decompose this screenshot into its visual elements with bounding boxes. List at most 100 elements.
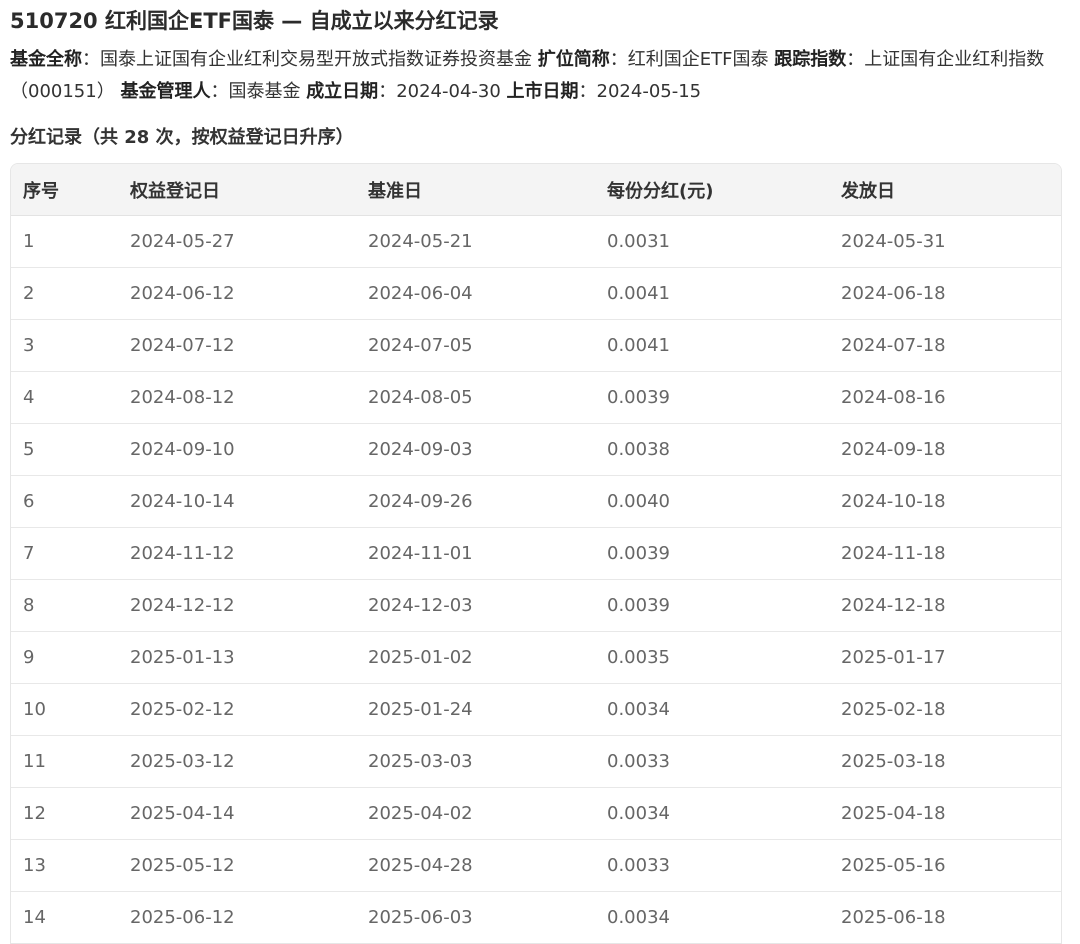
column-header: 权益登记日 xyxy=(118,164,356,216)
table-row: 11 2025-03-12 2025-03-03 0.0033 2025-03-18 xyxy=(11,735,1061,788)
table-cell: 0.0039 xyxy=(595,579,829,632)
table-cell: 2025-02-18 xyxy=(829,683,1061,736)
table-row: 10 2025-02-12 2025-01-24 0.0034 2025-02-18 xyxy=(11,683,1061,736)
inception-label: 成立日期 xyxy=(306,81,379,102)
table-cell: 2025-06-18 xyxy=(829,891,1061,943)
table-cell: 2024-09-26 xyxy=(356,475,595,528)
table-cell: 10 xyxy=(11,683,118,736)
table-cell: 4 xyxy=(11,371,118,424)
table-row: 12 2025-04-14 2025-04-02 0.0034 2025-04-18 xyxy=(11,787,1061,840)
table-cell: 2024-06-04 xyxy=(356,267,595,320)
full-name-label: 基金全称 xyxy=(10,49,82,70)
table-cell: 2024-12-12 xyxy=(118,579,356,632)
table-cell: 1 xyxy=(23,231,35,252)
column-header: 发放日 xyxy=(829,164,1061,216)
table-cell: 2025-03-18 xyxy=(829,735,1061,788)
table-row: 4 2024-08-12 2024-08-05 0.0039 2024-08-16 xyxy=(11,371,1061,424)
table-cell: 2025-04-18 xyxy=(829,787,1061,840)
table-cell: 2025-02-12 xyxy=(118,683,356,736)
sep: ： xyxy=(210,81,229,102)
table-cell: 2024-07-05 xyxy=(356,319,595,372)
manager-value: 国泰基金 xyxy=(228,81,301,102)
table-cell: 2025-01-24 xyxy=(356,683,595,736)
table-cell: 2024-05-31 xyxy=(841,231,946,252)
table-row: 6 2024-10-14 2024-09-26 0.0040 2024-10-18 xyxy=(11,475,1061,528)
table-cell: 3 xyxy=(11,319,118,372)
table-cell: 2024-09-10 xyxy=(118,423,356,476)
table-cell: 0.0039 xyxy=(595,371,829,424)
table-cell: 2025-01-02 xyxy=(356,631,595,684)
table-cell: 12 xyxy=(11,787,118,840)
table-cell: 0.0031 xyxy=(607,231,670,252)
table-cell: 2024-10-18 xyxy=(829,475,1061,528)
table-row: 8 2024-12-12 2024-12-03 0.0039 2024-12-18 xyxy=(11,579,1061,632)
table-cell: 2024-07-18 xyxy=(829,319,1061,372)
column-header: 序号 xyxy=(11,164,118,216)
table-cell: 2025-04-02 xyxy=(356,787,595,840)
table-cell: 2024-12-03 xyxy=(356,579,595,632)
table-cell: 2025-03-12 xyxy=(118,735,356,788)
table-row: 9 2025-01-13 2025-01-02 0.0035 2025-01-17 xyxy=(11,631,1061,684)
index-label: 跟踪指数 xyxy=(774,49,847,70)
table-cell: 2024-08-16 xyxy=(829,371,1061,424)
table-row: 7 2024-11-12 2024-11-01 0.0039 2024-11-18 xyxy=(11,527,1061,580)
table-cell: 2024-08-05 xyxy=(356,371,595,424)
table-cell: 2025-05-12 xyxy=(118,839,356,892)
sep: ： xyxy=(609,49,628,70)
table-cell: 6 xyxy=(11,475,118,528)
table-cell: 14 xyxy=(11,891,118,943)
table-cell: 2024-08-12 xyxy=(118,371,356,424)
sep: ： xyxy=(82,49,100,70)
table-cell: 2025-03-03 xyxy=(356,735,595,788)
table-cell: 0.0041 xyxy=(595,267,829,320)
table-cell: 2024-05-21 xyxy=(368,231,473,252)
table-cell: 0.0041 xyxy=(595,319,829,372)
table-cell: 9 xyxy=(11,631,118,684)
table-cell: 2025-05-16 xyxy=(829,839,1061,892)
table-cell: 2024-11-12 xyxy=(118,527,356,580)
table-cell: 0.0039 xyxy=(595,527,829,580)
inception-value: 2024-04-30 xyxy=(396,81,501,102)
table-cell: 0.0033 xyxy=(595,839,829,892)
listing-label: 上市日期 xyxy=(506,81,579,102)
table-cell: 2025-01-17 xyxy=(829,631,1061,684)
table-cell: 0.0034 xyxy=(595,891,829,943)
table-cell: 8 xyxy=(11,579,118,632)
dividend-table: 序号 权益登记日 基准日 每份分红(元) 发放日 1 2024-05-27 2024… xyxy=(10,163,1062,944)
table-cell: 2024-11-18 xyxy=(829,527,1061,580)
table-header-row: 序号 权益登记日 基准日 每份分红(元) 发放日 xyxy=(11,164,1061,216)
column-header: 每份分红(元) xyxy=(595,164,829,216)
table-cell: 2024-09-18 xyxy=(829,423,1061,476)
table-cell: 0.0035 xyxy=(595,631,829,684)
table-row: 5 2024-09-10 2024-09-03 0.0038 2024-09-18 xyxy=(11,423,1061,476)
table-cell: 2024-07-12 xyxy=(118,319,356,372)
table-row: 3 2024-07-12 2024-07-05 0.0041 2024-07-18 xyxy=(11,319,1061,372)
table-cell: 0.0038 xyxy=(595,423,829,476)
sep: ： xyxy=(378,81,397,102)
table-cell: 2025-06-12 xyxy=(118,891,356,943)
table-cell: 2024-12-18 xyxy=(829,579,1061,632)
page: 510720 红利国企ETF国泰 — 自成立以来分红记录 基金全称：国泰上证国有… xyxy=(0,0,1080,944)
table-cell: 2024-09-03 xyxy=(356,423,595,476)
column-header: 基准日 xyxy=(356,164,595,216)
table-cell: 0.0034 xyxy=(595,787,829,840)
table-row: 2 2024-06-12 2024-06-04 0.0041 2024-06-18 xyxy=(11,267,1061,320)
table-cell: 5 xyxy=(11,423,118,476)
page-title: 510720 红利国企ETF国泰 — 自成立以来分红记录 xyxy=(10,9,499,33)
table-cell: 2025-01-13 xyxy=(118,631,356,684)
table-cell: 2024-06-12 xyxy=(118,267,356,320)
table-cell: 13 xyxy=(11,839,118,892)
section-title: 分红记录（共 28 次，按权益登记日升序） xyxy=(10,127,354,148)
table-cell: 2024-11-01 xyxy=(356,527,595,580)
table-cell: 7 xyxy=(11,527,118,580)
sep: ： xyxy=(578,81,597,102)
sep: ： xyxy=(846,49,865,70)
table-cell: 2025-04-14 xyxy=(118,787,356,840)
table-cell: 0.0034 xyxy=(595,683,829,736)
manager-label: 基金管理人 xyxy=(120,81,211,102)
listing-value: 2024-05-15 xyxy=(596,81,702,102)
table-cell: 2024-05-27 xyxy=(130,231,235,252)
fund-info: 基金全称：国泰上证国有企业红利交易型开放式指数证券投资基金 扩位简称：红利国企E… xyxy=(10,44,1066,108)
table-row: 14 2025-06-12 2025-06-03 0.0034 2025-06-18 xyxy=(11,891,1061,943)
table-cell: 2025-04-28 xyxy=(356,839,595,892)
